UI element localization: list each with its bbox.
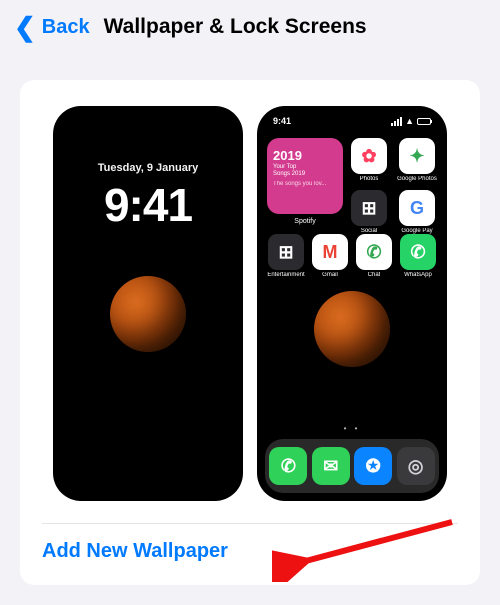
lock-time: 9:41 xyxy=(53,178,243,232)
preview-row: Tuesday, 9 January 9:41 9:41 ▲ 2019 Your… xyxy=(42,106,458,501)
dock-app-icon: ✪ xyxy=(354,447,392,485)
app-icon: ✆Chat xyxy=(355,234,393,278)
battery-icon xyxy=(417,118,431,125)
wallpaper-card: Tuesday, 9 January 9:41 9:41 ▲ 2019 Your… xyxy=(20,80,480,585)
home-top-apps: ✿Photos✦Google Photos⊞SocialGGoogle Pay xyxy=(349,138,437,234)
app-icon: ✿Photos xyxy=(349,138,389,182)
status-time: 9:41 xyxy=(273,116,291,126)
page-title: Wallpaper & Lock Screens xyxy=(104,15,367,39)
back-chevron-icon[interactable]: ❮ xyxy=(14,14,36,40)
widget-line2: Songs 2019 xyxy=(273,171,337,178)
header-bar: ❮ Back Wallpaper & Lock Screens xyxy=(0,0,500,50)
widget-year: 2019 xyxy=(273,148,337,164)
lock-date: Tuesday, 9 January xyxy=(53,162,243,174)
home-row-apps: ⊞EntertainmentMGmail✆Chat✆WhatsApp xyxy=(267,234,437,278)
app-icon: ✦Google Photos xyxy=(397,138,437,182)
dock-app-icon: ◎ xyxy=(397,447,435,485)
app-icon: ✆WhatsApp xyxy=(399,234,437,278)
wifi-icon: ▲ xyxy=(405,116,414,126)
app-icon: ⊞Entertainment xyxy=(267,234,305,278)
dock: ✆✉✪◎ xyxy=(265,439,439,493)
home-screen-preview[interactable]: 9:41 ▲ 2019 Your Top Songs 2019 The song… xyxy=(257,106,447,501)
moon-graphic xyxy=(314,291,390,367)
app-icon: ⊞Social xyxy=(349,190,389,234)
widget-line1: Your Top xyxy=(273,164,337,171)
widget-sub: The songs you lov... xyxy=(273,181,337,188)
page-indicator: • • xyxy=(257,424,447,433)
signal-icon xyxy=(391,117,402,126)
widget-label: Spotify xyxy=(267,218,343,225)
lock-screen-preview[interactable]: Tuesday, 9 January 9:41 xyxy=(53,106,243,501)
spotify-widget: 2019 Your Top Songs 2019 The songs you l… xyxy=(267,138,343,214)
app-icon: MGmail xyxy=(311,234,349,278)
moon-graphic xyxy=(110,276,186,352)
add-new-wallpaper-button[interactable]: Add New Wallpaper xyxy=(42,540,228,563)
divider xyxy=(42,523,458,524)
dock-app-icon: ✉ xyxy=(312,447,350,485)
back-button[interactable]: Back xyxy=(42,16,90,39)
dock-app-icon: ✆ xyxy=(269,447,307,485)
status-bar: 9:41 ▲ xyxy=(257,116,447,126)
app-icon: GGoogle Pay xyxy=(397,190,437,234)
